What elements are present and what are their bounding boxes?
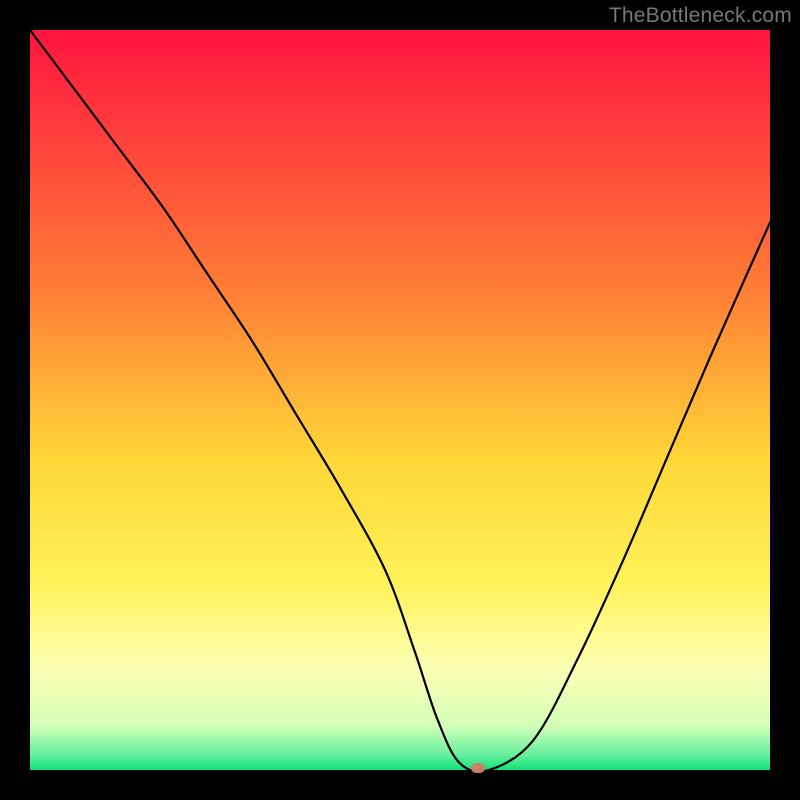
curve-layer (30, 30, 770, 770)
bottleneck-curve (30, 30, 770, 770)
plot-area (30, 30, 770, 770)
watermark-text: TheBottleneck.com (609, 4, 792, 28)
optimal-marker (471, 763, 485, 773)
chart-frame: TheBottleneck.com (0, 0, 800, 800)
